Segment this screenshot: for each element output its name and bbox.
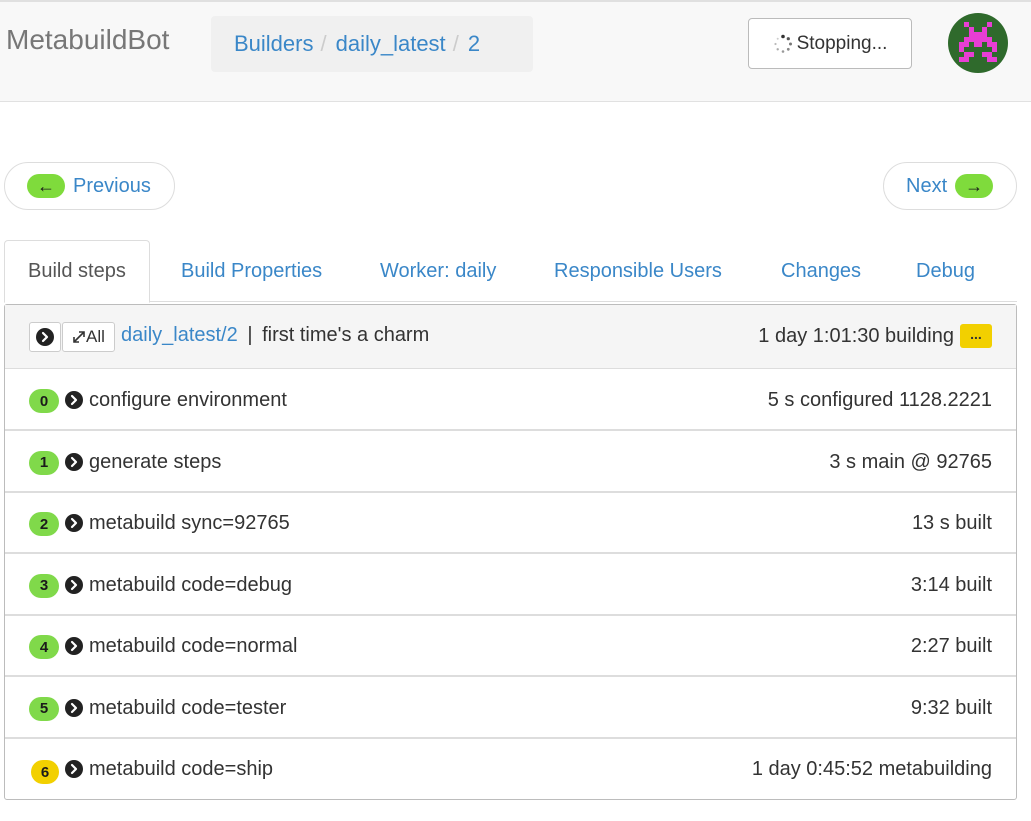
tab-build-properties[interactable]: Build Properties (181, 240, 322, 302)
expand-arrows-icon (73, 331, 85, 343)
step-name: metabuild code=normal (89, 635, 298, 657)
step-name: metabuild code=ship (89, 758, 274, 780)
step-summary: 3:14 built (910, 573, 992, 596)
step-summary: 5 s configured 1128.2221 (767, 389, 992, 411)
title-separator: | (247, 324, 253, 346)
chevron-circle-right-icon (65, 575, 83, 594)
step-number-badge: 0 (29, 389, 59, 413)
breadcrumb: Builders / daily_latest / 2 (211, 16, 533, 72)
step-number-badge: 3 (29, 573, 59, 598)
pixel-invader-avatar-icon (959, 22, 997, 62)
step-row[interactable]: 4 metabuild code=normal 2:27 built (5, 616, 1016, 677)
build-steps-panel: All daily_latest/2 | first time's a char… (4, 304, 1017, 800)
step-row[interactable]: 0 configure environment 5 s configured 112… (5, 370, 1016, 431)
breadcrumb-builders[interactable]: Builders (234, 31, 313, 57)
step-row[interactable]: 5 metabuild code=tester 9:32 built (5, 678, 1016, 739)
step-summary: 1 day 0:45:52 metabuilding (751, 758, 992, 780)
previous-label: Previous (73, 174, 151, 197)
build-title: daily_latest/2 | first time's a charm (121, 324, 429, 347)
chevron-circle-right-icon (65, 391, 83, 409)
next-label: Next (906, 174, 948, 197)
chevron-circle-right-icon (36, 328, 54, 346)
build-status-text: 1 day 1:01:30 building (758, 324, 954, 347)
build-link[interactable]: daily_latest/2 (121, 324, 238, 346)
brand-logo[interactable]: MetabuildBot (6, 24, 169, 56)
stop-build-button[interactable]: Stopping... (748, 18, 912, 69)
build-tabs: Build steps Build Properties Worker: dai… (4, 240, 1017, 303)
step-name: metabuild code=debug (89, 573, 292, 596)
step-name: metabuild code=tester (89, 696, 287, 719)
chevron-circle-right-icon (65, 760, 83, 778)
breadcrumb-separator: / (452, 31, 459, 56)
tab-changes[interactable]: Changes (781, 240, 861, 302)
step-number-badge: 5 (29, 696, 59, 721)
arrow-right-icon: → (955, 174, 994, 198)
expand-build-button[interactable] (29, 322, 61, 352)
step-summary: 9:32 built (910, 696, 992, 719)
build-running-badge[interactable]: ... (960, 324, 992, 348)
stop-button-label: Stopping... (796, 32, 888, 54)
step-summary: 13 s built (911, 512, 992, 534)
build-reason: first time's a charm (262, 324, 430, 346)
navbar: MetabuildBot Builders / daily_latest / 2… (0, 0, 1031, 102)
step-number-badge: 4 (29, 635, 59, 659)
step-row[interactable]: 1 generate steps 3 s main @ 92765 (5, 432, 1016, 493)
build-status: 1 day 1:01:30 building ... (758, 324, 992, 348)
step-number-badge: 1 (29, 450, 59, 475)
step-summary: 2:27 built (910, 635, 992, 657)
step-row[interactable]: 2 metabuild sync=92765 13 s built (5, 493, 1016, 554)
arrow-left-icon: ← (27, 174, 65, 198)
previous-build-button[interactable]: ← Previous (4, 162, 175, 210)
chevron-circle-right-icon (65, 452, 83, 471)
breadcrumb-builder[interactable]: daily_latest (336, 31, 446, 57)
chevron-circle-right-icon (65, 698, 83, 717)
step-row[interactable]: 6 metabuild code=ship 1 day 0:45:52 metabu… (5, 739, 1016, 800)
step-number-badge: 2 (29, 512, 59, 536)
tab-responsible-users[interactable]: Responsible Users (554, 240, 722, 302)
next-build-button[interactable]: Next → (883, 162, 1017, 210)
breadcrumb-separator: / (320, 31, 327, 56)
step-name: generate steps (89, 450, 222, 473)
step-name: metabuild sync=92765 (89, 512, 290, 534)
spinner-icon (773, 34, 792, 53)
tab-debug[interactable]: Debug (916, 240, 975, 302)
chevron-circle-right-icon (65, 637, 83, 655)
step-row[interactable]: 3 metabuild code=debug 3:14 built (5, 555, 1016, 616)
chevron-circle-right-icon (65, 514, 83, 532)
breadcrumb-build-number[interactable]: 2 (468, 31, 480, 57)
step-number-badge: 6 (31, 760, 59, 784)
expand-all-button[interactable]: All (62, 322, 115, 352)
tab-build-steps[interactable]: Build steps (4, 240, 150, 303)
expand-all-label: All (86, 327, 105, 346)
user-avatar[interactable] (948, 13, 1008, 73)
step-summary: 3 s main @ 92765 (829, 450, 992, 473)
step-name: configure environment (89, 389, 287, 411)
build-header: All daily_latest/2 | first time's a char… (5, 305, 1016, 369)
tab-worker[interactable]: Worker: daily (380, 240, 496, 302)
